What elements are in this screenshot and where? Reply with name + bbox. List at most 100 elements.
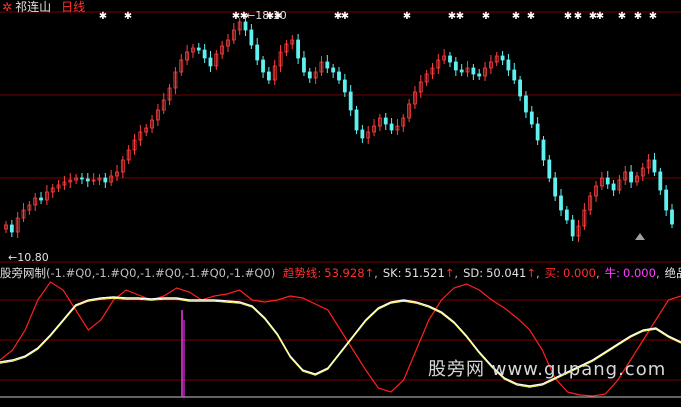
candle-body xyxy=(611,183,616,191)
signal-star-icon: ✱ xyxy=(341,11,349,22)
candle-body xyxy=(500,55,505,61)
separator: , xyxy=(655,266,660,280)
candle-body xyxy=(9,224,14,233)
indicator-item: 买: 0.000, xyxy=(545,266,600,280)
indicator-item-value: 0.000 xyxy=(623,266,656,280)
separator: , xyxy=(454,266,459,280)
indicator-item-key: 趋势线: xyxy=(282,266,322,280)
indicator-item-key: 买: xyxy=(544,266,561,280)
indicator-item-value: 50.041 xyxy=(486,266,527,280)
indicator-item-value: 53.928 xyxy=(324,266,365,280)
candle-body xyxy=(564,209,569,221)
signal-star-icon: ✱ xyxy=(512,11,520,22)
indicator-item: SD: 50.041↑, xyxy=(463,266,540,280)
grid-lines xyxy=(0,11,681,398)
indicator-item-value: 51.521 xyxy=(404,266,445,280)
high-price-annotation: ←18.10 xyxy=(246,9,287,22)
stock-chart-window: ✱ ✱ ✱ ✱ ✱ ✱ ✱ ✱ ✱ ✱ ✱ ✱ ✱ ✱ ✱ ✱ ✱ ✱ ✱ ✱ ✱ ✲ 祁连山 日线 ←18.10 ←10.… xyxy=(0,0,681,407)
candle-body xyxy=(202,49,207,59)
signal-star-icon: ✱ xyxy=(649,11,657,22)
candle-body xyxy=(331,67,336,73)
candle-body xyxy=(325,61,330,69)
separator: , xyxy=(536,266,540,280)
candle-body xyxy=(518,79,523,97)
indicator-params: (-1.#Q0,-1.#Q0,-1.#Q0,-1.#Q0,-1.#Q0) xyxy=(46,266,276,280)
signal-star-icon: ✱ xyxy=(564,11,572,22)
low-price-label: 10.80 xyxy=(17,251,49,264)
indicator-item-key: SD: xyxy=(463,266,484,280)
trend-arrow-icon: ↑ xyxy=(444,266,455,280)
signal-star-icon: ✱ xyxy=(634,11,642,22)
candle-body xyxy=(196,47,201,51)
trend-arrow-icon: ↑ xyxy=(526,266,536,280)
indicator-item: 绝品:0.000 xyxy=(665,266,681,280)
candle-body xyxy=(529,111,534,125)
indicator-header: 股旁网制(-1.#Q0,-1.#Q0,-1.#Q0,-1.#Q0,-1.#Q0)… xyxy=(0,266,681,280)
candle-body xyxy=(553,177,558,197)
trend-arrow-icon: ↑ xyxy=(364,266,375,280)
indicator-item: 趋势线: 53.928↑, xyxy=(283,266,378,280)
candle-body xyxy=(208,57,213,67)
candle-body xyxy=(243,21,248,31)
candle-body xyxy=(85,178,90,182)
indicator-item-key: 牛: xyxy=(604,266,620,280)
candle-body xyxy=(307,71,312,79)
candle-body xyxy=(506,59,511,71)
signal-star-icon: ✱ xyxy=(574,11,582,22)
candle-body xyxy=(547,159,552,179)
candle-body xyxy=(570,219,575,237)
title-bar: ✲ 祁连山 日线 xyxy=(2,0,85,14)
candle-body xyxy=(360,129,365,139)
candle-body xyxy=(541,139,546,161)
signal-star-icon: ✱ xyxy=(596,11,604,22)
candle-body xyxy=(535,123,540,141)
indicator-item: SK: 51.521↑, xyxy=(383,266,458,280)
chart-canvas[interactable]: ✱ ✱ ✱ ✱ ✱ ✱ ✱✱ ✱ ✱ ✱ ✱ ✱ ✱ ✱ ✱ ✱✱ ✱ ✱ ✱ xyxy=(0,0,681,407)
signal-star-icon: ✱ xyxy=(527,11,535,22)
candle-body xyxy=(605,177,610,185)
candle-body xyxy=(453,61,458,71)
candle-body xyxy=(559,195,563,211)
candle-body xyxy=(389,123,394,131)
candle-body xyxy=(249,29,254,46)
signal-star-icon: ✱ xyxy=(618,11,626,22)
candle-body xyxy=(348,91,353,111)
watermark-text: 股旁网 www.gupang.com xyxy=(428,359,667,380)
separator: , xyxy=(595,266,600,280)
candle-body xyxy=(629,171,634,183)
candle-body xyxy=(664,189,669,211)
candle-body xyxy=(670,209,674,225)
candle-body xyxy=(103,177,108,183)
signal-star-icon: ✱ xyxy=(124,11,132,22)
indicator-item: 牛: 0.000, xyxy=(605,266,660,280)
candle-body xyxy=(383,117,388,125)
candle-body xyxy=(477,73,482,77)
candle-body xyxy=(337,71,341,81)
signal-star-icon: ✱ xyxy=(99,11,107,22)
candle-body xyxy=(524,95,528,113)
indicator-item-key: SK: xyxy=(382,266,402,280)
stock-name[interactable]: 祁连山 xyxy=(15,0,51,14)
candle-body xyxy=(39,197,43,201)
indicator-name[interactable]: 股旁网制 xyxy=(0,266,46,280)
candle-body xyxy=(302,57,306,73)
candle-body xyxy=(658,171,663,191)
candle-body xyxy=(266,71,271,81)
candlesticks xyxy=(4,17,674,242)
high-price-label: 18.10 xyxy=(255,9,287,22)
signal-star-icon: ✱ xyxy=(456,11,464,22)
period-label[interactable]: 日线 xyxy=(61,0,85,14)
candle-body xyxy=(296,39,301,59)
candle-body xyxy=(342,79,347,93)
candle-body xyxy=(512,69,517,81)
separator: , xyxy=(374,266,378,280)
candle-body xyxy=(255,44,260,61)
candle-body xyxy=(448,55,452,63)
signal-star-icon: ✱ xyxy=(403,11,411,22)
tick-marker-icon: ✲ xyxy=(2,0,13,14)
low-price-annotation: ←10.80 xyxy=(8,251,49,264)
candle-body xyxy=(471,67,476,75)
candle-body xyxy=(80,177,84,180)
candle-body xyxy=(354,109,359,131)
candle-body xyxy=(261,59,265,73)
